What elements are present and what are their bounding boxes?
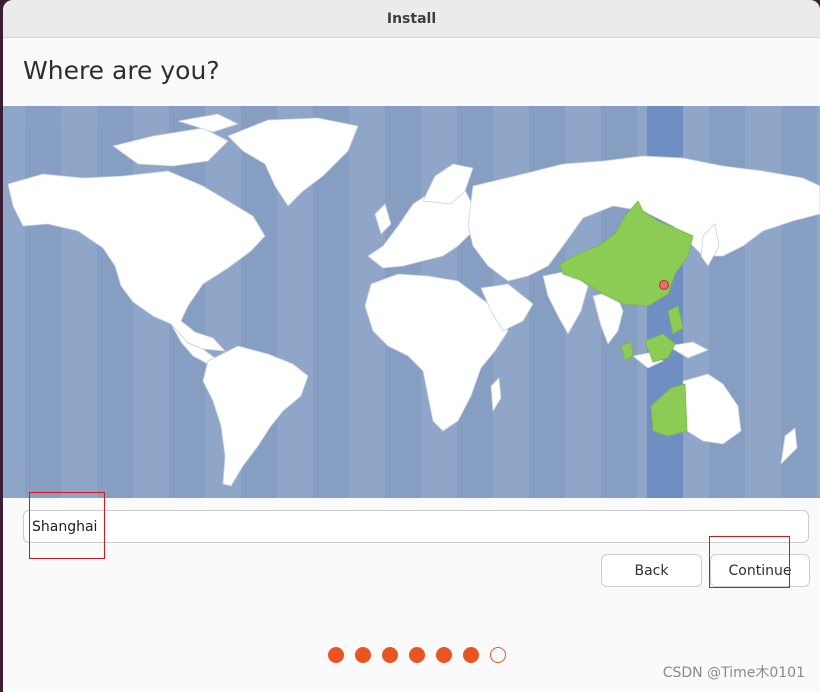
timezone-map[interactable] <box>3 106 820 498</box>
continue-button[interactable]: Continue <box>710 554 810 587</box>
installer-window: Install Where are you? Shanghai Back Con… <box>3 0 820 692</box>
window-title: Install <box>386 10 437 27</box>
progress-step-completed <box>409 647 425 663</box>
progress-step-completed <box>463 647 479 663</box>
timezone-search-input[interactable] <box>23 510 809 543</box>
watermark: CSDN @Time木0101 <box>662 665 805 681</box>
progress-step-current <box>490 647 506 663</box>
back-button[interactable]: Back <box>601 554 702 587</box>
progress-step-completed <box>382 647 398 663</box>
world-map-svg[interactable] <box>3 106 820 498</box>
progress-step-completed <box>328 647 344 663</box>
page-title: Where are you? <box>23 56 220 85</box>
progress-step-completed <box>436 647 452 663</box>
title-bar[interactable]: Install <box>3 0 820 38</box>
progress-step-completed <box>355 647 371 663</box>
location-marker[interactable] <box>659 280 669 290</box>
progress-indicator <box>328 647 506 663</box>
